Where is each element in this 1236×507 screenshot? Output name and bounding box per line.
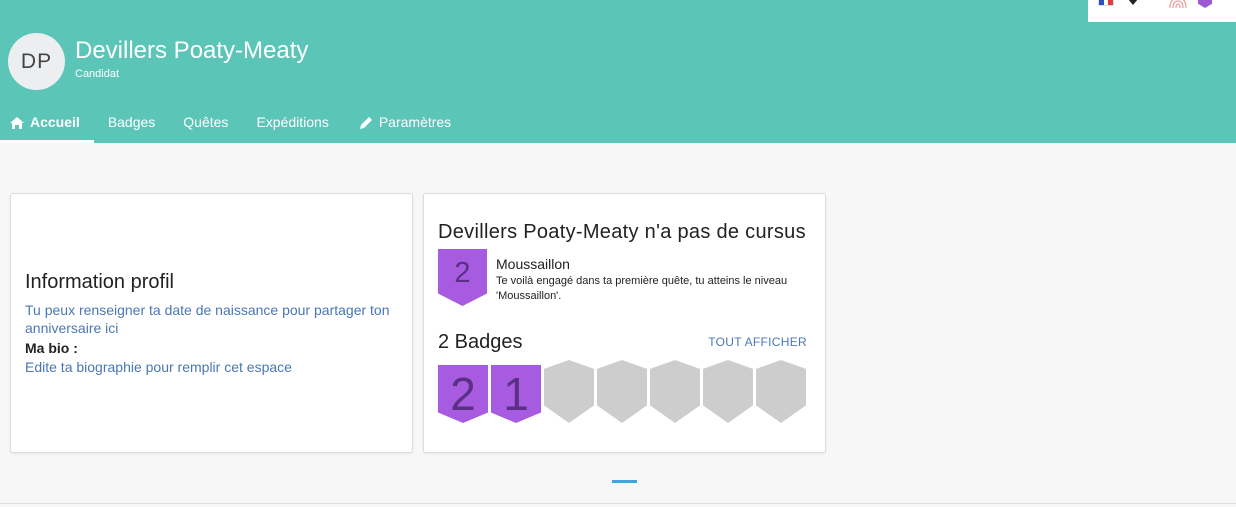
- tab-expeditions[interactable]: Expéditions: [242, 107, 342, 143]
- level-name: Moussaillon: [496, 256, 570, 272]
- tab-accueil-label: Accueil: [30, 114, 80, 130]
- badge-placeholder: [544, 360, 594, 423]
- badge-item[interactable]: 2: [438, 365, 488, 423]
- badge-placeholder: [597, 360, 647, 423]
- tab-parametres[interactable]: Paramètres: [343, 107, 465, 143]
- badge-placeholder: [650, 360, 700, 423]
- carousel-indicator[interactable]: [612, 480, 637, 483]
- divider: [0, 503, 1236, 504]
- profile-role: Candidat: [75, 68, 120, 80]
- purple-badge-icon[interactable]: [1198, 0, 1212, 8]
- progress-card-title: Devillers Poaty-Meaty n'a pas de cursus: [438, 221, 806, 243]
- profile-info-card: Information profil Tu peux renseigner ta…: [10, 193, 413, 453]
- badge-list: 2 1: [438, 360, 809, 423]
- profile-nav: Accueil Badges Quêtes Expéditions Paramè…: [0, 107, 465, 143]
- birthday-prompt-link[interactable]: Tu peux renseigner ta date de naissance …: [25, 301, 400, 337]
- tab-parametres-label: Paramètres: [378, 114, 452, 130]
- fingerprint-icon[interactable]: [1166, 0, 1190, 10]
- tab-accueil[interactable]: Accueil: [0, 107, 94, 143]
- tab-badges[interactable]: Badges: [94, 107, 169, 143]
- level-description: Te voilà engagé dans ta première quête, …: [496, 275, 788, 302]
- profile-name: Devillers Poaty-Meaty: [75, 37, 309, 64]
- pencil-icon: [359, 117, 372, 129]
- badge-placeholder: [703, 360, 753, 423]
- level-badge[interactable]: 2: [438, 249, 487, 306]
- show-all-button[interactable]: TOUT AFFICHER: [708, 335, 807, 349]
- france-flag-icon[interactable]: [1098, 0, 1114, 6]
- bio-prompt-link[interactable]: Edite ta biographie pour remplir cet esp…: [25, 358, 400, 376]
- badge-placeholder: [756, 360, 806, 423]
- tab-expeditions-label: Expéditions: [256, 114, 329, 130]
- tab-quetes-label: Quêtes: [183, 114, 229, 130]
- tab-quetes[interactable]: Quêtes: [169, 107, 242, 143]
- profile-info-title: Information profil: [25, 271, 174, 293]
- tab-badges-label: Badges: [107, 114, 156, 130]
- bio-label: Ma bio :: [25, 340, 78, 356]
- badges-count: 2 Badges: [438, 331, 523, 353]
- progress-card: Devillers Poaty-Meaty n'a pas de cursus …: [423, 193, 826, 453]
- profile-header: DP Devillers Poaty-Meaty Candidat Accuei…: [0, 0, 1236, 143]
- avatar[interactable]: DP: [8, 33, 65, 90]
- caret-down-icon[interactable]: [1128, 0, 1138, 5]
- badge-item[interactable]: 1: [491, 365, 541, 423]
- topbar-actions: [1088, 0, 1236, 22]
- home-icon: [10, 117, 24, 129]
